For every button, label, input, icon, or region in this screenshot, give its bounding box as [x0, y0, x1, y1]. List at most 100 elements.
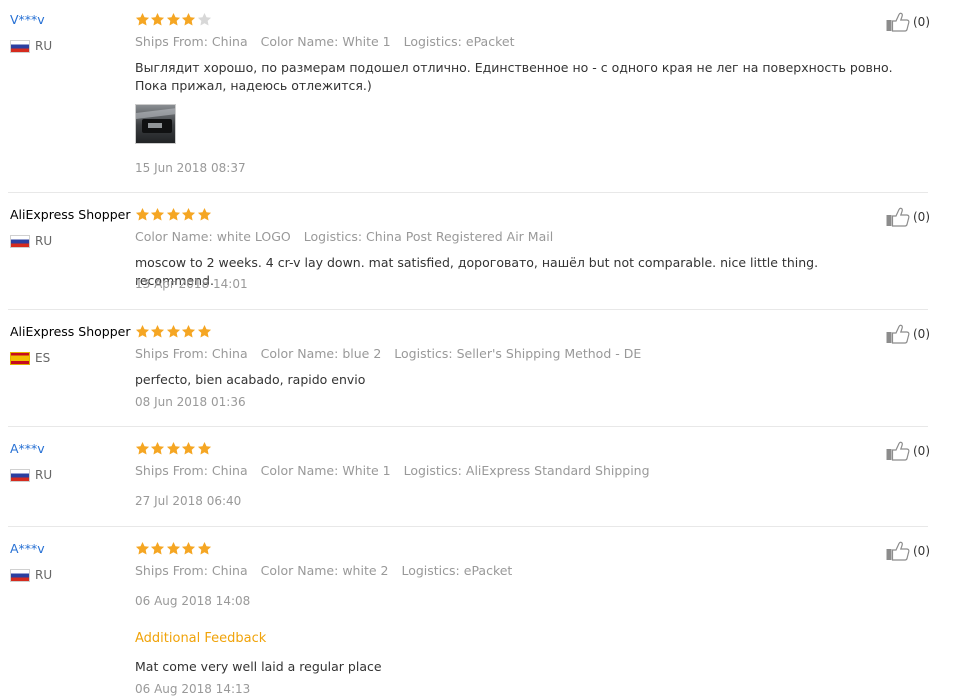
country-code: RU: [35, 468, 53, 482]
russia-flag-icon: [10, 39, 30, 53]
additional-feedback-label: Additional Feedback: [135, 631, 267, 646]
additional-feedback-date: 06 Aug 2018 14:13: [135, 682, 251, 696]
attr-value: blue 2: [342, 346, 382, 361]
logistics-attr: Logistics: Seller's Shipping Method - DE: [394, 346, 641, 361]
reviewer-name[interactable]: A***v: [10, 441, 45, 456]
helpful-button[interactable]: (0): [886, 12, 930, 32]
reviewer-name: AliExpress Shopper: [10, 324, 131, 339]
attr-value: ePacket: [465, 34, 515, 49]
color-name-attr: Color Name: White 1: [261, 34, 391, 49]
review-date: 13 Apr 2018 14:01: [135, 277, 248, 291]
attr-value: AliExpress Standard Shipping: [465, 463, 650, 478]
star-rating: [135, 324, 212, 339]
star-icon: [151, 207, 165, 221]
review-attributes: Color Name: white LOGO Logistics: China …: [135, 229, 566, 244]
attr-value: Seller's Shipping Method - DE: [456, 346, 642, 361]
attr-key: Logistics:: [403, 463, 462, 478]
attr-key: Color Name:: [260, 34, 339, 49]
attr-value: China: [211, 563, 248, 578]
attr-value: China: [211, 34, 248, 49]
attr-key: Ships From:: [135, 346, 208, 361]
star-icon: [182, 541, 196, 555]
helpful-button[interactable]: (0): [886, 324, 930, 344]
attr-key: Ships From:: [135, 463, 208, 478]
helpful-count: (0): [913, 15, 930, 29]
ships-from-attr: Ships From: China: [135, 463, 248, 478]
russia-flag-icon: [10, 234, 30, 248]
attr-value: white LOGO: [216, 229, 291, 244]
attr-key: Ships From:: [135, 34, 208, 49]
review-text: moscow to 2 weeks. 4 cr-v lay down. mat …: [135, 255, 819, 288]
review-attributes: Ships From: China Color Name: White 1 Lo…: [135, 34, 527, 49]
attr-key: Logistics:: [401, 563, 460, 578]
helpful-count: (0): [913, 544, 930, 558]
star-icon: [182, 207, 196, 221]
spain-flag-icon: [10, 351, 30, 365]
review-date: 27 Jul 2018 06:40: [135, 494, 242, 508]
review-item: V***v RU Ships From: China Color Name: W…: [0, 0, 930, 192]
helpful-button[interactable]: (0): [886, 541, 930, 561]
star-rating: [135, 207, 212, 222]
thumbs-up-icon: [886, 441, 910, 461]
star-icon: [151, 441, 165, 455]
helpful-button[interactable]: (0): [886, 441, 930, 461]
attr-key: Logistics:: [403, 34, 462, 49]
star-icon: [166, 541, 180, 555]
attr-value: ePacket: [463, 563, 513, 578]
reviewer-name[interactable]: A***v: [10, 541, 45, 556]
country-code: RU: [35, 568, 53, 582]
star-icon: [197, 541, 211, 555]
ships-from-attr: Ships From: China: [135, 563, 248, 578]
star-icon: [182, 441, 196, 455]
attr-value: China: [211, 463, 248, 478]
star-icon: [182, 324, 196, 338]
thumbs-up-icon: [886, 12, 910, 32]
star-rating: [135, 12, 212, 27]
star-rating: [135, 541, 212, 556]
attr-value: China Post Registered Air Mail: [366, 229, 554, 244]
reviewer-country: RU: [10, 468, 52, 482]
thumbs-up-icon: [886, 541, 910, 561]
attr-key: Ships From:: [135, 563, 208, 578]
logistics-attr: Logistics: ePacket: [401, 563, 512, 578]
color-name-attr: Color Name: blue 2: [261, 346, 382, 361]
review-item: A***v RU Ships From: China Color Name: w…: [0, 526, 930, 696]
review-date: 06 Aug 2018 14:08: [135, 594, 251, 608]
thumbs-up-icon: [886, 207, 910, 227]
color-name-attr: Color Name: White 1: [261, 463, 391, 478]
star-icon: [135, 12, 150, 26]
review-divider: [8, 192, 928, 193]
star-icon: [135, 324, 150, 338]
reviewer-name: AliExpress Shopper: [10, 207, 131, 222]
color-name-attr: Color Name: white LOGO: [135, 229, 291, 244]
star-icon: [166, 441, 180, 455]
attr-key: Color Name:: [135, 229, 213, 244]
reviewer-name[interactable]: V***v: [10, 12, 45, 27]
star-rating: [135, 441, 212, 456]
review-attributes: Ships From: China Color Name: blue 2 Log…: [135, 346, 654, 361]
review-attributes: Ships From: China Color Name: White 1 Lo…: [135, 463, 663, 478]
car-mat-photo-icon: [136, 105, 175, 143]
star-icon: [151, 324, 165, 338]
reviewer-country: RU: [10, 568, 52, 582]
helpful-count: (0): [913, 444, 930, 458]
russia-flag-icon: [10, 468, 30, 482]
review-divider: [8, 526, 928, 527]
attr-key: Logistics:: [303, 229, 363, 244]
star-icon: [166, 12, 180, 26]
review-photo-thumbnail[interactable]: [135, 104, 176, 144]
star-icon: [197, 324, 211, 338]
star-icon: [197, 441, 211, 455]
additional-feedback-text: Mat come very well laid a regular place: [135, 659, 382, 674]
helpful-count: (0): [913, 327, 930, 341]
star-icon: [151, 12, 165, 26]
review-text: Выглядит хорошо, по размерам подошел отл…: [135, 60, 893, 93]
star-icon: [135, 541, 150, 555]
review-divider: [8, 309, 928, 310]
helpful-button[interactable]: (0): [886, 207, 930, 227]
star-icon: [151, 541, 165, 555]
color-name-attr: Color Name: white 2: [261, 563, 389, 578]
country-code: RU: [35, 39, 53, 53]
ships-from-attr: Ships From: China: [135, 346, 248, 361]
review-date: 08 Jun 2018 01:36: [135, 395, 246, 409]
